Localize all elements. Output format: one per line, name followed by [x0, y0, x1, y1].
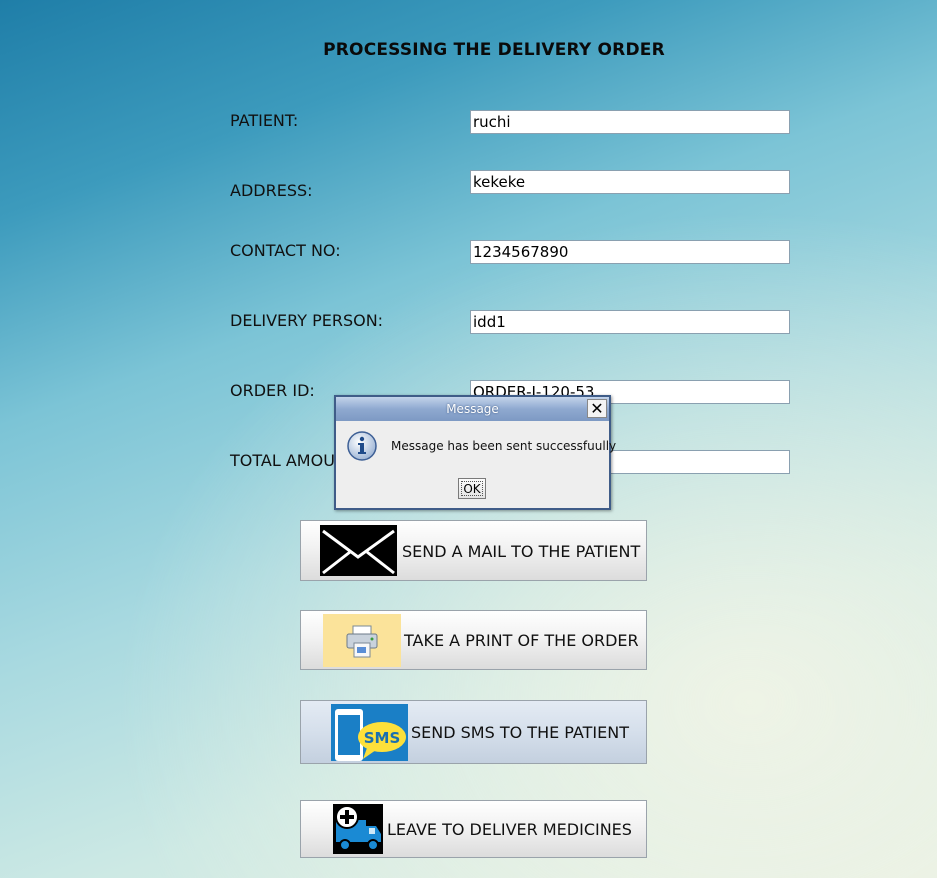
ok-button[interactable]: OK: [458, 478, 486, 499]
order-id-label: ORDER ID:: [230, 381, 315, 400]
send-sms-button[interactable]: SMS SEND SMS TO THE PATIENT: [300, 700, 647, 764]
close-icon: ✕: [590, 398, 604, 418]
patient-label: PATIENT:: [230, 111, 299, 130]
sms-phone-icon: SMS: [331, 704, 408, 761]
dialog-titlebar[interactable]: Message ✕: [336, 397, 609, 421]
printer-icon: [323, 614, 401, 667]
delivery-person-label: DELIVERY PERSON:: [230, 311, 384, 330]
information-icon: [347, 431, 377, 461]
leave-to-deliver-label: LEAVE TO DELIVER MEDICINES: [387, 820, 632, 839]
message-dialog: Message ✕ Message has been sent successf…: [334, 395, 616, 510]
send-sms-label: SEND SMS TO THE PATIENT: [411, 723, 629, 742]
page-title: PROCESSING THE DELIVERY ORDER: [323, 40, 665, 60]
close-button[interactable]: ✕: [587, 399, 607, 418]
envelope-icon: [320, 525, 397, 576]
total-amount-label: TOTAL AMOU: [230, 451, 335, 470]
patient-field[interactable]: ruchi: [470, 110, 790, 134]
dialog-message: Message has been sent successfuully: [391, 439, 617, 453]
address-field[interactable]: kekeke: [470, 170, 790, 194]
contact-label: CONTACT NO:: [230, 241, 341, 260]
contact-field[interactable]: 1234567890: [470, 240, 790, 264]
print-order-label: TAKE A PRINT OF THE ORDER: [404, 631, 639, 650]
send-mail-label: SEND A MAIL TO THE PATIENT: [402, 542, 641, 561]
address-label: ADDRESS:: [230, 181, 313, 200]
delivery-truck-icon: [333, 804, 383, 854]
send-mail-button[interactable]: SEND A MAIL TO THE PATIENT: [300, 520, 647, 581]
dialog-title: Message: [446, 402, 499, 416]
leave-to-deliver-button[interactable]: LEAVE TO DELIVER MEDICINES: [300, 800, 647, 858]
delivery-person-field[interactable]: idd1: [470, 310, 790, 334]
print-order-button[interactable]: TAKE A PRINT OF THE ORDER: [300, 610, 647, 670]
sms-icon-text: SMS: [364, 729, 401, 747]
